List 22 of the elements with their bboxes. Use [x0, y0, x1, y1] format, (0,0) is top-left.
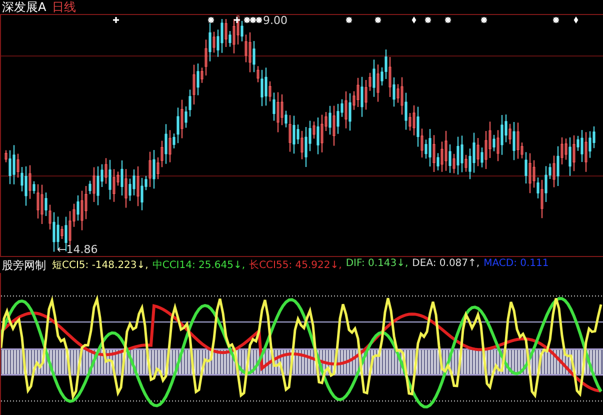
stock-title: 深发展A [2, 0, 46, 14]
asterisk-icon [425, 17, 431, 23]
diamond-icon [574, 16, 578, 24]
plus-icon [113, 17, 119, 23]
diamond-icon [412, 16, 416, 24]
asterisk-icon [553, 17, 559, 23]
plus-icon [234, 17, 240, 23]
indicator-reading: DEA: 0.087↑, [412, 258, 480, 271]
high-price-label: 9.00 [263, 15, 288, 27]
indicator-title: 股旁网制 [2, 258, 46, 272]
indicator-reading: 中CCI14: 25.645↓, [152, 258, 246, 272]
asterisk-icon [346, 17, 352, 23]
asterisk-icon [445, 17, 451, 23]
asterisk-icon [208, 17, 214, 23]
asterisk-icon [375, 17, 381, 23]
low-price-label: ←14.86 [57, 243, 98, 256]
indicator-reading: MACD: 0.111 [484, 258, 549, 271]
indicator-reading: 短CCI5: -148.223↓, [52, 259, 148, 272]
period-label: 日线 [52, 0, 76, 14]
indicator-reading: 长CCI55: 45.922↓, [249, 258, 342, 272]
indicator-reading: DIF: 0.143↓, [346, 258, 408, 271]
asterisk-icon [481, 17, 487, 23]
